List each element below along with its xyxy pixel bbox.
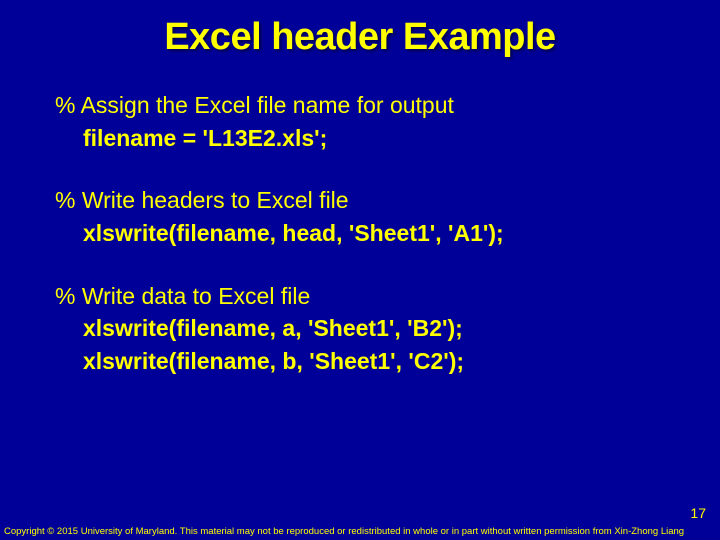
page-number: 17 xyxy=(690,505,706,521)
code-line: xlswrite(filename, head, 'Sheet1', 'A1')… xyxy=(55,217,690,250)
code-line: xlswrite(filename, b, 'Sheet1', 'C2'); xyxy=(55,345,690,378)
code-line: filename = 'L13E2.xls'; xyxy=(55,122,690,155)
copyright-text: Copyright © 2015 University of Maryland.… xyxy=(4,526,716,537)
comment-line: % Assign the Excel file name for output xyxy=(55,89,690,122)
code-block-1: % Assign the Excel file name for output … xyxy=(55,89,690,154)
comment-line: % Write data to Excel file xyxy=(55,280,690,313)
code-line: xlswrite(filename, a, 'Sheet1', 'B2'); xyxy=(55,312,690,345)
code-block-3: % Write data to Excel file xlswrite(file… xyxy=(55,280,690,378)
comment-line: % Write headers to Excel file xyxy=(55,184,690,217)
slide: Excel header Example % Assign the Excel … xyxy=(0,0,720,540)
slide-content: % Assign the Excel file name for output … xyxy=(0,89,720,378)
code-block-2: % Write headers to Excel file xlswrite(f… xyxy=(55,184,690,249)
slide-title: Excel header Example xyxy=(0,0,720,89)
